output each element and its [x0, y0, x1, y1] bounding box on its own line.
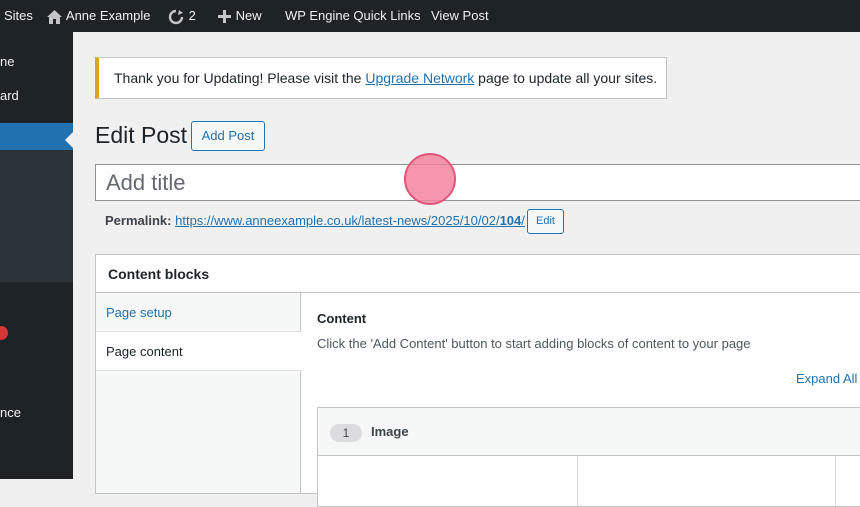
notice-text-after: page to update all your sites. [474, 70, 658, 86]
block-title: Image [371, 424, 409, 439]
upgrade-network-link[interactable]: Upgrade Network [365, 70, 474, 86]
site-name-link[interactable]: Anne Example [46, 0, 150, 32]
active-menu-arrow [65, 132, 73, 148]
expand-all-link[interactable]: Expand All [796, 371, 857, 386]
tab-page-setup[interactable]: Page setup [96, 293, 301, 332]
content-blocks-title: Content blocks [96, 255, 860, 293]
admin-bar: Sites Anne Example 2 New WP Engine Quick… [0, 0, 860, 32]
block-number-badge: 1 [330, 424, 362, 442]
site-name-label: Anne Example [65, 8, 151, 23]
new-content-link[interactable]: New [217, 0, 262, 32]
permalink-slug: 104 [499, 213, 522, 228]
refresh-icon [168, 9, 184, 24]
my-sites-link[interactable]: Sites [4, 0, 33, 32]
view-post-link[interactable]: View Post [431, 0, 489, 32]
block-fields [318, 456, 860, 506]
field-divider [577, 456, 578, 506]
home-icon [47, 9, 62, 24]
updates-link[interactable]: 2 [167, 0, 196, 32]
wp-engine-quick-links[interactable]: WP Engine Quick Links [285, 0, 421, 32]
permalink-label: Permalink: [105, 213, 172, 228]
content-block: 1 Image [317, 407, 860, 507]
admin-sidebar: ne ard nce [0, 32, 73, 479]
plus-icon [218, 10, 231, 24]
permalink-url[interactable]: https://www.anneexample.co.uk/latest-new… [175, 213, 525, 228]
tab-page-content[interactable]: Page content [96, 332, 302, 371]
update-notice: Thank you for Updating! Please visit the… [95, 57, 667, 99]
notification-badge [0, 326, 8, 340]
content-area: Content Click the 'Add Content' button t… [301, 293, 860, 507]
notice-text-before: Thank you for Updating! Please visit the [114, 70, 366, 86]
content-hint: Click the 'Add Content' button to start … [317, 336, 751, 351]
add-post-button[interactable]: Add Post [191, 121, 265, 151]
content-block-header[interactable]: 1 Image [318, 408, 860, 456]
updates-count: 2 [188, 8, 196, 23]
content-blocks-panel: Content blocks Page setup Page content C… [95, 254, 860, 507]
new-label: New [235, 8, 262, 23]
post-title-input[interactable]: Add title [95, 164, 860, 201]
sidebar-item-appearance[interactable]: nce [0, 405, 21, 420]
sidebar-item-home[interactable]: ne [0, 54, 14, 69]
click-indicator [404, 153, 456, 205]
page-title: Edit Post [95, 122, 188, 148]
sidebar-item-dashboard[interactable]: ard [0, 88, 19, 103]
permalink-row: Permalink: https://www.anneexample.co.uk… [105, 213, 525, 228]
permalink-edit-button[interactable]: Edit [527, 209, 564, 234]
content-field-label: Content [317, 311, 367, 326]
field-divider [835, 456, 836, 506]
sidebar-submenu [0, 150, 73, 282]
content-tabs: Page setup Page content [96, 293, 302, 493]
